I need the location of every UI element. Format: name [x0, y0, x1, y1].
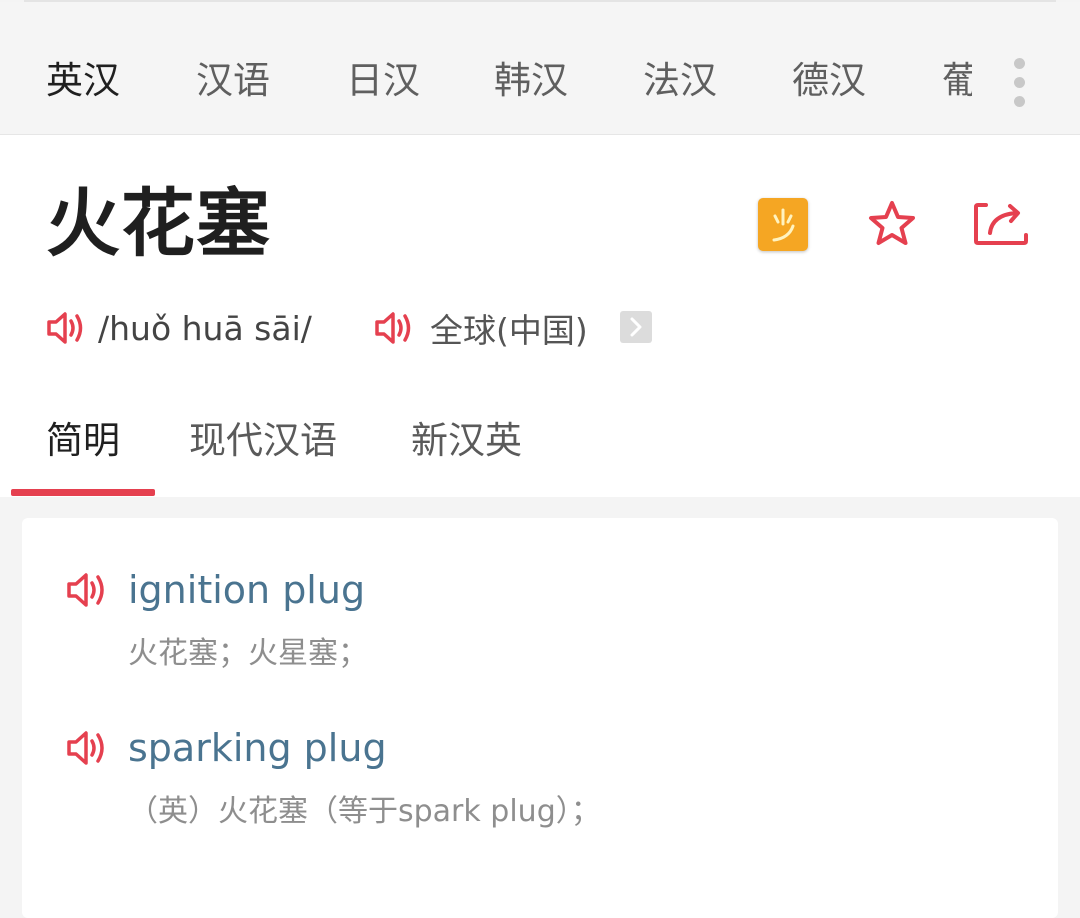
pinyin-row: /huǒ huā sāi/	[46, 305, 312, 351]
results-card: ignition plug 火花塞；火星塞； sparking plug （英）…	[22, 518, 1058, 918]
speaker-icon[interactable]	[66, 729, 112, 767]
active-tab-indicator	[11, 489, 155, 496]
lang-tab-pt-zh[interactable]: 葡	[942, 59, 972, 103]
lang-tab-de-zh[interactable]: 德汉	[792, 59, 866, 103]
speaker-icon[interactable]	[46, 310, 90, 346]
speaker-icon[interactable]	[374, 310, 418, 346]
lang-tab-zh[interactable]: 汉语	[196, 59, 270, 103]
chevron-right-icon[interactable]	[620, 311, 652, 343]
star-outline-icon[interactable]	[866, 198, 918, 250]
share-icon[interactable]	[972, 201, 1032, 247]
headword: 火花塞	[46, 181, 271, 267]
speaker-icon[interactable]	[66, 571, 112, 609]
tab-new-zh-en[interactable]: 新汉英	[411, 417, 522, 465]
pinyin-text: /huǒ huā sāi/	[98, 308, 312, 348]
entry-definition: （英）火花塞（等于spark plug）；	[128, 794, 601, 829]
entry-definition: 火花塞；火星塞；	[128, 636, 368, 671]
dictionary-badge-icon[interactable]	[758, 198, 808, 251]
list-item: ignition plug 火花塞；火星塞；	[66, 562, 368, 671]
lang-tab-ja-zh[interactable]: 日汉	[346, 59, 420, 103]
entry-word[interactable]: ignition plug	[128, 568, 365, 612]
region-pron-row: 全球(中国)	[374, 305, 588, 351]
word-header: 火花塞 /huǒ huā sāi/ 全球(中国) 简明 现代汉语 新汉英	[0, 135, 1080, 497]
entry-word[interactable]: sparking plug	[128, 726, 387, 770]
language-tab-bar: 英汉 汉语 日汉 韩汉 法汉 德汉 葡	[0, 2, 1080, 135]
tab-modern-chinese[interactable]: 现代汉语	[189, 417, 337, 465]
lang-tab-fr-zh[interactable]: 法汉	[643, 59, 717, 103]
list-item: sparking plug （英）火花塞（等于spark plug）；	[66, 720, 601, 829]
more-vertical-icon[interactable]	[1008, 56, 1032, 110]
lang-tab-en-zh[interactable]: 英汉	[46, 59, 120, 103]
region-label[interactable]: 全球(中国)	[430, 304, 588, 352]
lang-tab-ko-zh[interactable]: 韩汉	[494, 59, 568, 103]
tab-concise[interactable]: 简明	[46, 417, 120, 465]
